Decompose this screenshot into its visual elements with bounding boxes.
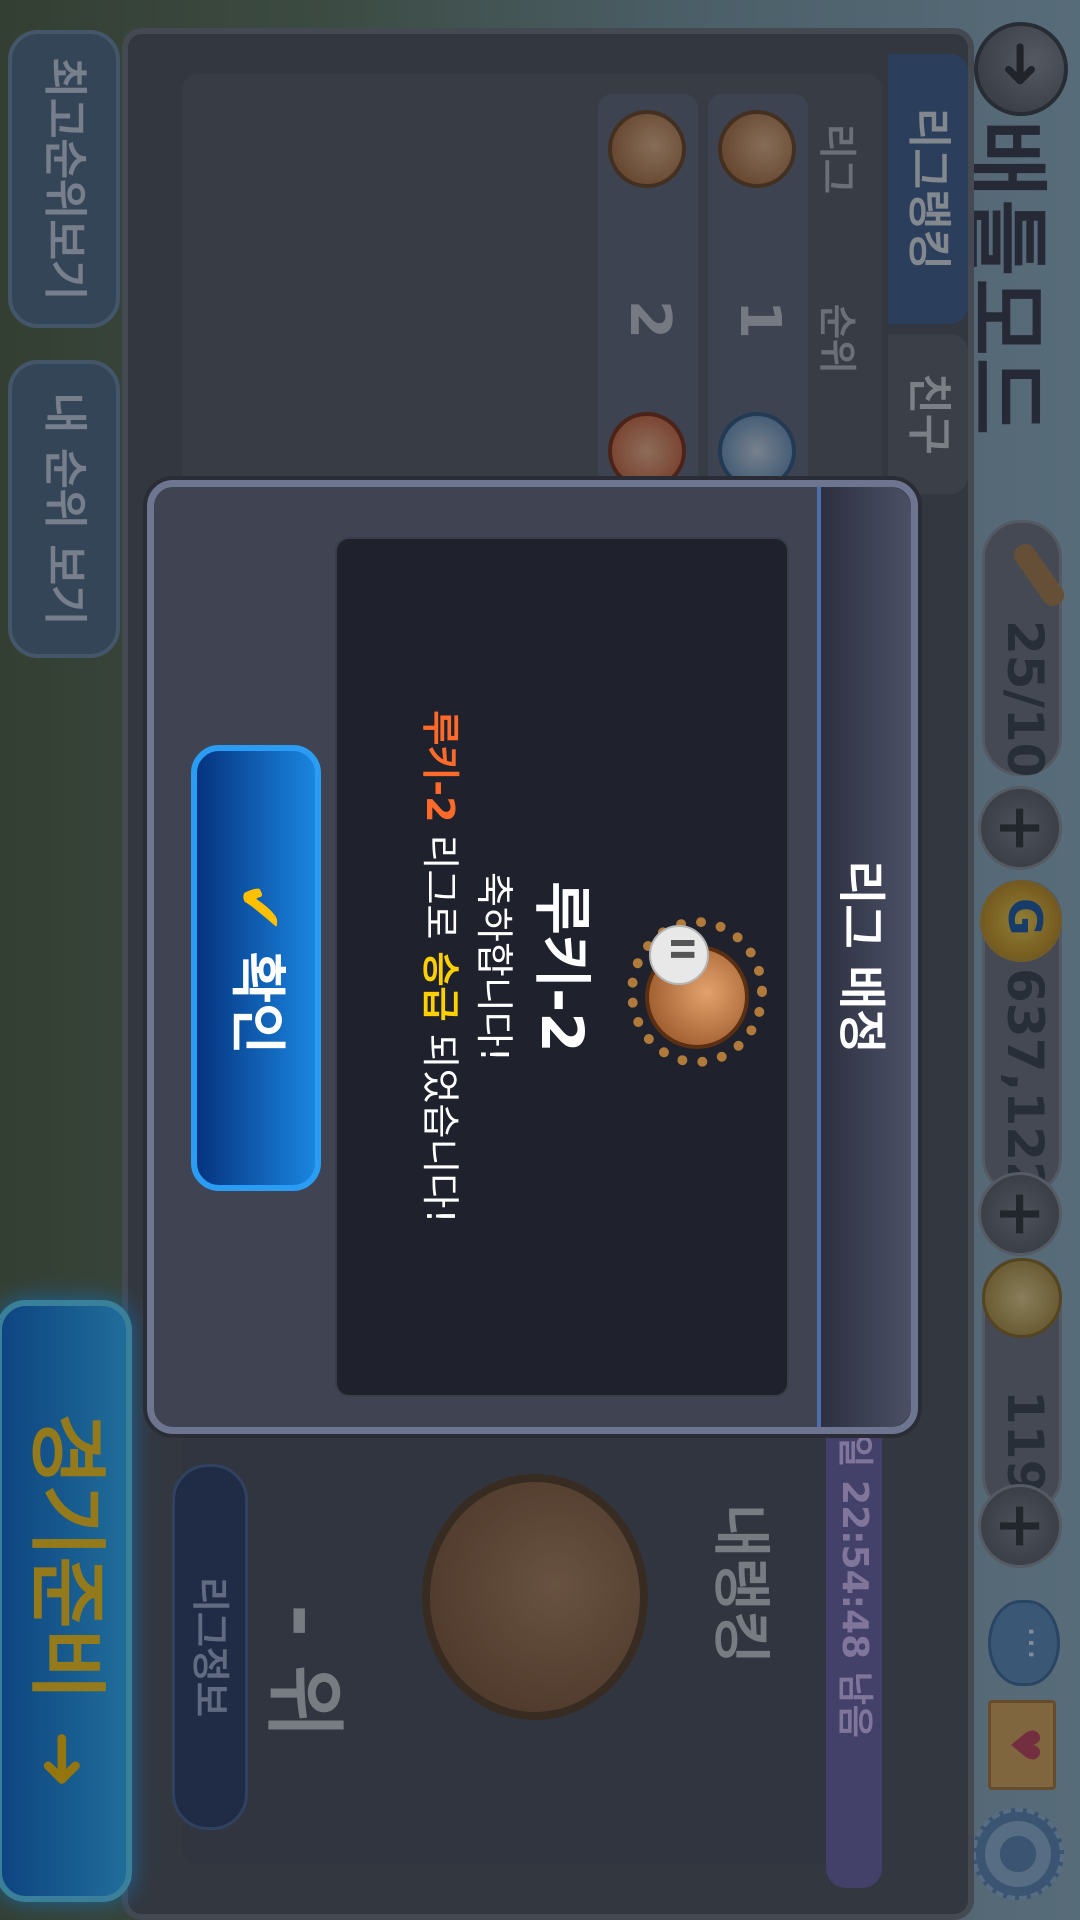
rookie-league-emblem-icon: II: [627, 917, 767, 1067]
game-screen: ➜ 배틀모드 25/10 + G 637,122 + 119 + ··· ♥ 리…: [0, 0, 1080, 1920]
confirm-button[interactable]: ✔확인: [191, 745, 321, 1191]
check-icon: ✔: [223, 881, 296, 934]
dialog-title: 리그 배정: [833, 860, 889, 1054]
league-name: 루키-2: [528, 881, 596, 1053]
league-assignment-dialog: 리그 배정 II 루키-2 축하합니다! 루키-2 리그로 승급 되었습니다! …: [147, 480, 918, 1434]
dialog-message-box: II 루키-2 축하합니다! 루키-2 리그로 승급 되었습니다!: [335, 537, 789, 1397]
congrats-text: 축하합니다!: [472, 871, 516, 1063]
promotion-text: 루키-2 리그로 승급 되었습니다!: [418, 710, 462, 1224]
